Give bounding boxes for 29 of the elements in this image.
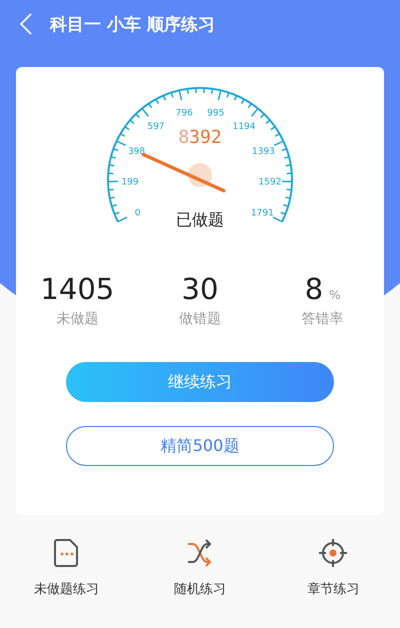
stat-label: 做错题 xyxy=(178,310,221,328)
back-button[interactable] xyxy=(20,13,32,35)
needle-hub xyxy=(188,163,212,187)
gauge-label: 已做题 xyxy=(176,210,224,229)
scale-label: 398 xyxy=(128,146,146,157)
scale-label: 1393 xyxy=(252,146,275,157)
stat-value: 30 xyxy=(182,272,218,306)
scale-label: 1592 xyxy=(258,178,282,188)
stat-label: 未做题 xyxy=(56,310,98,328)
document-icon xyxy=(52,538,81,568)
scale-label: 199 xyxy=(121,178,139,188)
shortcut-button[interactable]: 章节练习 xyxy=(266,537,400,599)
stat-value: 1405 xyxy=(40,272,114,306)
scale-label: 1791 xyxy=(250,208,274,218)
scale-label: 0 xyxy=(134,208,140,218)
stat-label: 答错率 xyxy=(302,310,344,328)
crosshair-icon xyxy=(318,538,348,568)
scale-label: 995 xyxy=(207,108,224,118)
practice-button[interactable]: 精简500题 xyxy=(66,426,334,466)
scale-label: 796 xyxy=(176,108,193,118)
shuffle-icon xyxy=(186,538,214,568)
stat-value: 8 xyxy=(304,272,324,306)
shortcut-button[interactable]: 未做题练习 xyxy=(0,537,134,599)
stat-unit: % xyxy=(329,288,341,302)
counter-display: 8392 xyxy=(178,127,222,148)
shortcut-button[interactable]: 随机练习 xyxy=(133,537,267,599)
scale-label: 1194 xyxy=(232,122,256,132)
page-title: 科目一 小车 顺序练习 xyxy=(50,14,215,36)
scale-label: 597 xyxy=(147,122,165,132)
